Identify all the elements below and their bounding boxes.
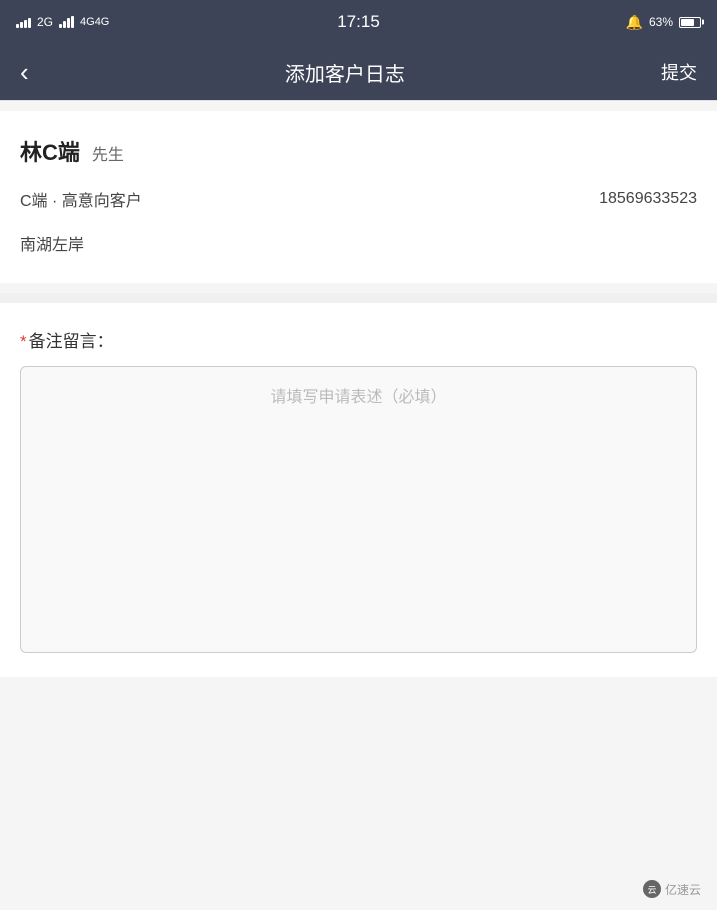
signal-icon bbox=[16, 16, 31, 28]
customer-info-row: C端 · 高意向客户 18569633523 bbox=[20, 187, 697, 211]
signal-4g-icon bbox=[59, 16, 74, 28]
form-label: *备注留言： bbox=[20, 327, 697, 352]
customer-name: 林C端 bbox=[20, 135, 80, 167]
customer-gender: 先生 bbox=[92, 141, 124, 165]
battery-percent: 63% bbox=[649, 15, 673, 29]
alarm-icon: 🔔 bbox=[626, 14, 643, 31]
customer-tag: C端 · 高意向客户 bbox=[20, 187, 142, 211]
section-separator bbox=[0, 293, 717, 303]
status-right: 🔔 63% bbox=[626, 14, 701, 31]
submit-button[interactable]: 提交 bbox=[661, 59, 697, 85]
note-textarea[interactable] bbox=[21, 367, 696, 647]
network-4g: 4G4G bbox=[80, 16, 109, 28]
status-left: 2G 4G4G bbox=[16, 15, 109, 29]
watermark-text: 亿速云 bbox=[665, 881, 701, 898]
customer-name-row: 林C端 先生 bbox=[20, 135, 697, 167]
customer-community-row: 南湖左岸 bbox=[20, 231, 697, 255]
status-bar: 2G 4G4G 17:15 🔔 63% bbox=[0, 0, 717, 44]
nav-divider bbox=[0, 100, 717, 101]
battery-icon bbox=[679, 17, 701, 28]
nav-bar: ‹ 添加客户日志 提交 bbox=[0, 44, 717, 100]
network-2g: 2G bbox=[37, 15, 53, 29]
page-title: 添加客户日志 bbox=[285, 58, 405, 87]
customer-card: 林C端 先生 C端 · 高意向客户 18569633523 南湖左岸 bbox=[0, 111, 717, 283]
customer-phone: 18569633523 bbox=[599, 190, 697, 208]
customer-community: 南湖左岸 bbox=[20, 237, 84, 254]
required-asterisk: * bbox=[20, 332, 27, 351]
watermark-icon: 云 bbox=[643, 880, 661, 898]
form-section: *备注留言： bbox=[0, 303, 717, 677]
form-label-text: 备注留言： bbox=[29, 332, 114, 351]
textarea-wrapper bbox=[20, 366, 697, 653]
back-button[interactable]: ‹ bbox=[20, 59, 29, 85]
footer-watermark: 云 亿速云 bbox=[643, 880, 701, 898]
clock: 17:15 bbox=[337, 12, 380, 32]
